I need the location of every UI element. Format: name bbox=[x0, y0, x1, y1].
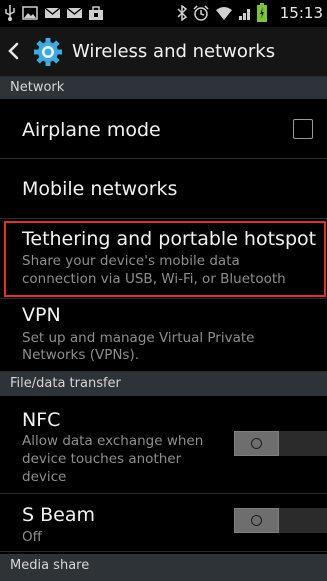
alarm-icon bbox=[193, 5, 209, 21]
toggle-knob bbox=[234, 431, 279, 456]
wifi-icon bbox=[216, 7, 232, 20]
nfc-title: NFC bbox=[22, 409, 61, 431]
highlight-box bbox=[4, 221, 326, 297]
status-time: 15:13 bbox=[279, 4, 323, 22]
signal-icon bbox=[239, 9, 250, 20]
usb-icon bbox=[5, 5, 15, 21]
settings-gear-icon[interactable] bbox=[33, 37, 63, 67]
section-header-network: Network bbox=[0, 77, 327, 99]
nfc-description-line3: device bbox=[22, 469, 67, 485]
mobile-networks-item[interactable]: Mobile networks bbox=[0, 159, 327, 219]
status-bar: 15:13 bbox=[0, 0, 327, 27]
nfc-description-line2: device touches another bbox=[22, 451, 182, 467]
battery-icon bbox=[257, 3, 267, 22]
bag-icon bbox=[89, 6, 103, 20]
s-beam-toggle[interactable] bbox=[234, 508, 327, 533]
section-label: File/data transfer bbox=[10, 376, 121, 391]
airplane-mode-title: Airplane mode bbox=[22, 119, 161, 141]
vpn-item[interactable]: VPN Set up and manage Virtual Private Ne… bbox=[0, 299, 327, 372]
toggle-knob bbox=[234, 508, 279, 533]
action-bar: Wireless and networks bbox=[0, 27, 327, 77]
back-arrow-icon[interactable] bbox=[6, 41, 20, 61]
section-label: Network bbox=[10, 80, 65, 95]
message-icon bbox=[44, 7, 61, 18]
page-title: Wireless and networks bbox=[72, 41, 276, 62]
vpn-description-line2: Networks (VPNs). bbox=[22, 347, 140, 363]
vpn-title: VPN bbox=[22, 304, 61, 326]
airplane-mode-item[interactable]: Airplane mode bbox=[0, 99, 327, 159]
off-icon bbox=[251, 438, 262, 449]
off-icon bbox=[251, 515, 262, 526]
section-header-media-share: Media share bbox=[0, 554, 327, 581]
bluetooth-icon bbox=[177, 5, 187, 21]
mobile-networks-title: Mobile networks bbox=[22, 178, 178, 200]
s-beam-title: S Beam bbox=[22, 504, 95, 526]
s-beam-status: Off bbox=[22, 529, 42, 545]
section-label: Media share bbox=[10, 558, 90, 573]
vpn-description-line1: Set up and manage Virtual Private bbox=[22, 330, 255, 346]
nfc-item[interactable]: NFC Allow data exchange when device touc… bbox=[0, 396, 327, 494]
airplane-mode-checkbox[interactable] bbox=[293, 119, 313, 139]
nfc-description-line1: Allow data exchange when bbox=[22, 433, 204, 449]
nfc-toggle[interactable] bbox=[234, 431, 327, 456]
s-beam-item[interactable]: S Beam Off bbox=[0, 494, 327, 552]
message-icon bbox=[66, 7, 83, 18]
image-icon bbox=[22, 6, 38, 20]
section-header-file-transfer: File/data transfer bbox=[0, 372, 327, 396]
